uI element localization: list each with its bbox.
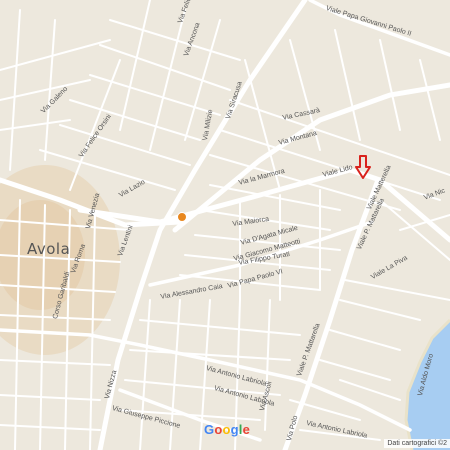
down-arrow-marker-icon[interactable] [355,155,371,179]
map-base-layer [0,0,450,450]
google-logo: Google [204,422,250,437]
map-attribution[interactable]: Dati cartografici ©2 [384,439,450,448]
logo-letter: g [230,422,239,437]
logo-letter: e [242,422,251,437]
map-canvas[interactable]: Via Felic Viale Papa Giovanni Paolo II Via… [0,0,450,450]
orange-poi-icon[interactable] [177,212,187,222]
logo-letter: G [204,422,215,437]
logo-letter: o [222,422,231,437]
city-label: Avola [27,240,71,258]
